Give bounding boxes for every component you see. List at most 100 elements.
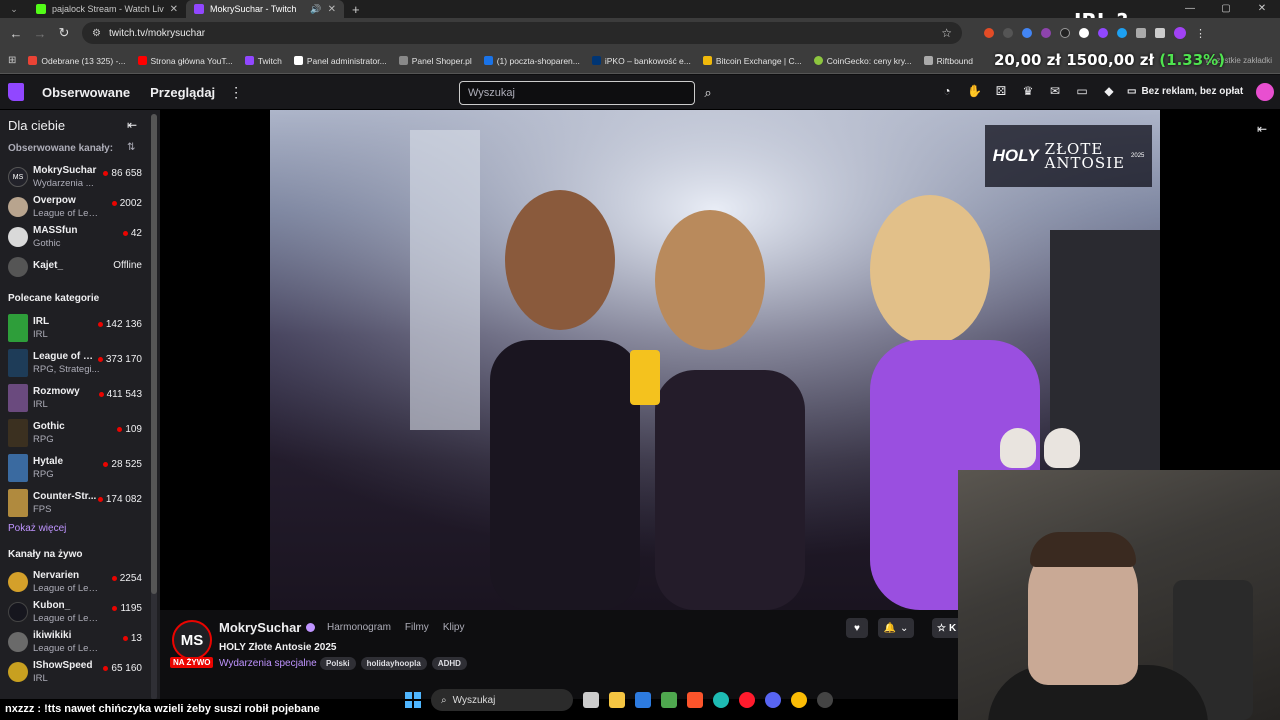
bookmark-item[interactable]: Bitcoin Exchange | C... — [702, 56, 802, 66]
scrollbar-thumb[interactable] — [151, 114, 157, 594]
bookmark-item[interactable]: Strona główna YouT... — [137, 56, 233, 66]
bookmark-item[interactable]: CoinGecko: ceny kry... — [813, 56, 912, 66]
task-view-icon[interactable] — [583, 692, 599, 708]
extension-icon[interactable] — [1060, 28, 1070, 38]
sidebar-live-channel[interactable]: IShowSpeed IRL 65 160 — [0, 655, 150, 689]
speaker-icon[interactable]: 🔊 — [310, 4, 321, 15]
activity-icon[interactable]: ◔ — [940, 84, 954, 98]
search-input[interactable]: Wyszukaj — [459, 81, 695, 105]
tab-search-icon[interactable]: ⌄ — [0, 0, 28, 18]
sidebar-scrollbar[interactable] — [151, 114, 157, 700]
windows-start-icon[interactable] — [405, 692, 421, 708]
sidebar-followed-channel[interactable]: MS MokrySuchar Wydarzenia ... 86 658 — [0, 160, 150, 194]
search-icon[interactable]: ⌕ — [697, 81, 719, 105]
collapse-sidebar-icon[interactable]: ⇤ — [127, 118, 137, 132]
inbox-icon[interactable]: ✉ — [1048, 84, 1062, 98]
extension-icon[interactable] — [1022, 28, 1032, 38]
profile-avatar-icon[interactable] — [1174, 27, 1186, 39]
bookmark-item[interactable]: Panel administrator... — [293, 56, 387, 66]
tab-close-icon[interactable]: ✕ — [170, 4, 178, 15]
new-tab-button[interactable]: + — [344, 2, 368, 17]
bookmark-item[interactable]: Odebrane (13 325) -... — [28, 56, 126, 66]
sidebar-category[interactable]: League of L... RPG, Strategi... 373 170 — [0, 346, 150, 380]
extension-icon[interactable] — [1003, 28, 1013, 38]
omnibox[interactable]: ⚙ twitch.tv/mokrysuchar ☆ — [82, 22, 962, 44]
extension-icon[interactable] — [1117, 28, 1127, 38]
nav-following-link[interactable]: Obserwowane — [42, 85, 130, 100]
maximize-icon[interactable]: ▢ — [1208, 0, 1244, 18]
media-icon[interactable] — [1155, 28, 1165, 38]
sidebar-category[interactable]: Hytale RPG 28 525 — [0, 451, 150, 485]
bookmark-item[interactable]: (1) poczta-shoparen... — [483, 56, 580, 66]
claw-icon[interactable]: ✋ — [967, 84, 982, 98]
bits-icon[interactable]: ◆ — [1102, 84, 1116, 98]
channel-name-heading[interactable]: MokrySuchar — [219, 620, 316, 635]
extension-icon[interactable] — [1041, 28, 1051, 38]
follow-heart-button[interactable]: ♥ — [846, 618, 868, 638]
nav-browse-link[interactable]: Przeglądaj — [150, 85, 215, 100]
apps-grid-icon[interactable]: ⊞ — [8, 55, 16, 66]
site-info-icon[interactable]: ⚙ — [92, 28, 101, 39]
tag[interactable]: Polski — [320, 657, 356, 670]
tab-videos[interactable]: Filmy — [405, 622, 429, 633]
user-avatar[interactable] — [1256, 83, 1274, 101]
sidebar-live-channel[interactable]: Kubon_ League of Leg... 1195 — [0, 595, 150, 629]
tab-clips[interactable]: Klipy — [443, 622, 465, 633]
more-menu-icon[interactable]: ⋮ — [229, 84, 243, 101]
bookmark-item[interactable]: Panel Shoper.pl — [398, 56, 472, 66]
url-text[interactable]: twitch.tv/mokrysuchar — [109, 28, 933, 39]
back-icon[interactable]: ← — [4, 26, 28, 41]
twitch-logo-icon[interactable] — [0, 75, 32, 110]
stream-tags: Polski holidayhoopla ADHD — [320, 657, 467, 670]
obs-icon[interactable] — [817, 692, 833, 708]
tab-mokrysuchar[interactable]: MokrySuchar - Twitch 🔊 ✕ — [186, 0, 344, 18]
tab-close-icon[interactable]: ✕ — [328, 4, 336, 15]
bookmark-item[interactable]: Riftbound — [923, 56, 973, 66]
brave-icon[interactable] — [687, 692, 703, 708]
edge-icon[interactable] — [713, 692, 729, 708]
file-explorer-icon[interactable] — [609, 692, 625, 708]
menu-kebab-icon[interactable]: ⋮ — [1195, 27, 1206, 40]
close-window-icon[interactable]: ✕ — [1244, 0, 1280, 18]
sidebar-live-channel[interactable]: ikiwikiki League of Lege... 13 — [0, 625, 150, 659]
taskbar-search[interactable]: ⌕ Wyszukaj — [431, 689, 573, 711]
channel-avatar[interactable]: MS — [172, 620, 212, 660]
sidebar-live-channel[interactable]: Nervarien League of Leg... 2254 — [0, 565, 150, 599]
whispers-icon[interactable]: ▭ — [1075, 84, 1089, 98]
notifications-button[interactable]: 🔔 ⌄ — [878, 618, 914, 638]
extension-icon[interactable] — [984, 28, 994, 38]
sidebar-followed-channel[interactable]: Kajet_ Offline — [0, 250, 150, 284]
minimize-icon[interactable]: — — [1172, 0, 1208, 18]
sidebar-category[interactable]: Rozmowy IRL 411 543 — [0, 381, 150, 415]
tag[interactable]: holidayhoopla — [360, 657, 427, 670]
sidebar-category[interactable]: Counter-Str... FPS 174 082 — [0, 486, 150, 520]
bookmark-star-icon[interactable]: ☆ — [941, 26, 952, 40]
chrome-icon[interactable] — [791, 692, 807, 708]
forward-icon[interactable]: → — [28, 26, 52, 41]
opera-icon[interactable] — [739, 692, 755, 708]
kick-extension-icon[interactable]: ⚄ — [994, 84, 1008, 98]
crown-icon[interactable]: ♛ — [1021, 84, 1035, 98]
subscribe-button[interactable]: ☆ K — [932, 618, 960, 638]
sidebar-category[interactable]: IRL IRL 142 136 — [0, 311, 150, 345]
bookmark-item[interactable]: iPKO – bankowość e... — [591, 56, 691, 66]
discord-icon[interactable] — [765, 692, 781, 708]
sort-icon[interactable]: ⇅ — [127, 142, 135, 153]
extension-icon[interactable] — [1098, 28, 1108, 38]
store-icon[interactable] — [635, 692, 651, 708]
sidebar-followed-channel[interactable]: MASSfun Gothic 42 — [0, 220, 150, 254]
tag[interactable]: ADHD — [431, 657, 467, 670]
puzzle-icon[interactable] — [1136, 28, 1146, 38]
sidebar-followed-channel[interactable]: Overpow League of Leg... 2002 — [0, 190, 150, 224]
show-more-link[interactable]: Pokaż więcej — [8, 523, 66, 534]
sidebar-category[interactable]: Gothic RPG 109 — [0, 416, 150, 450]
stream-category-link[interactable]: Wydarzenia specjalne — [219, 658, 317, 669]
bookmark-item[interactable]: Twitch — [244, 56, 282, 66]
turbo-button[interactable]: ▭ Bez reklam, bez opłat — [1127, 86, 1243, 97]
reload-icon[interactable]: ↻ — [52, 25, 76, 41]
tab-schedule[interactable]: Harmonogram — [327, 622, 391, 633]
expand-chat-icon[interactable]: ⇤ — [1257, 122, 1267, 136]
tab-pajalock[interactable]: pajalock Stream - Watch Live on ✕ — [28, 0, 186, 18]
app-icon[interactable] — [661, 692, 677, 708]
extension-icon[interactable] — [1079, 28, 1089, 38]
